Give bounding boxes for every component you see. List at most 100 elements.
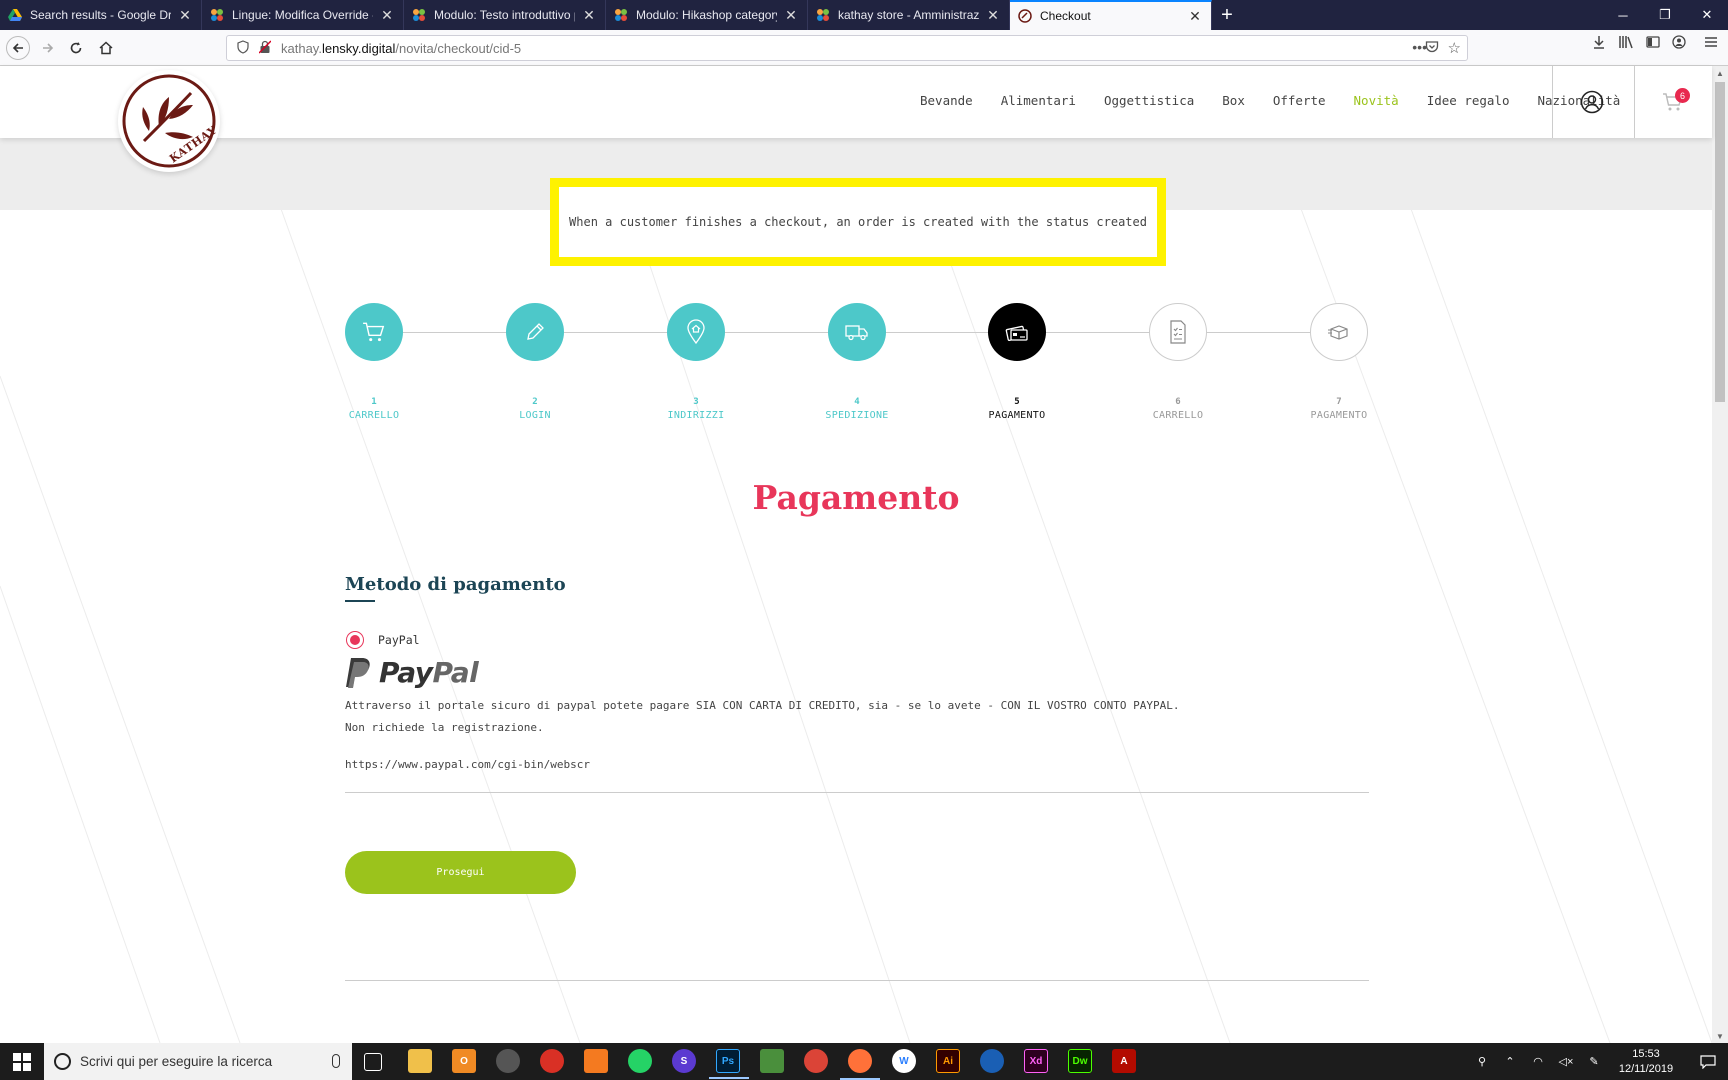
download-icon[interactable]	[1592, 35, 1606, 52]
tab-modulo-testo[interactable]: Modulo: Testo introduttivo per ✕	[404, 0, 606, 30]
pocket-icon[interactable]	[1425, 40, 1439, 57]
checkout-notice: When a customer finishes a checkout, an …	[550, 178, 1166, 266]
close-tab-icon[interactable]: ✕	[177, 7, 193, 24]
home-button[interactable]	[94, 36, 118, 60]
step-label: INDIRIZZI	[667, 410, 725, 421]
search-icon	[54, 1053, 71, 1070]
tab-title: Checkout	[1040, 9, 1091, 23]
main-menu: Bevande Alimentari Oggettistica Box Offe…	[920, 93, 1648, 108]
photoshop-icon[interactable]: Ps	[709, 1049, 749, 1079]
menu-item-nazionalita[interactable]: Nazionalità	[1537, 93, 1620, 108]
people-icon[interactable]: ⚲	[1470, 1055, 1494, 1068]
account-icon[interactable]	[1672, 35, 1686, 52]
menu-item-oggettistica[interactable]: Oggettistica	[1104, 93, 1194, 108]
close-tab-icon[interactable]: ✕	[985, 7, 1001, 24]
network-icon[interactable]: ◠	[1526, 1055, 1550, 1068]
menu-item-novita[interactable]: Novità	[1354, 93, 1399, 108]
google-drive-icon	[8, 8, 22, 22]
close-tab-icon[interactable]: ✕	[783, 7, 799, 24]
acrobat-icon[interactable]: A	[1112, 1049, 1136, 1073]
site-logo[interactable]: KATHAY	[118, 70, 220, 172]
menu-item-box[interactable]: Box	[1222, 93, 1245, 108]
tab-modulo-hikashop[interactable]: Modulo: Hikashop category he ✕	[606, 0, 808, 30]
restore-icon[interactable]: ❐	[1644, 0, 1686, 30]
chevron-up-icon[interactable]: ⌃	[1498, 1055, 1522, 1068]
url-bar[interactable]: kathay.lensky.digital/novita/checkout/ci…	[226, 35, 1468, 61]
windows-logo-icon	[13, 1052, 31, 1071]
bookmark-star-icon[interactable]: ☆	[1448, 39, 1461, 57]
checkout-step-5[interactable]: 5 PAGAMENTO	[957, 303, 1077, 421]
hamburger-menu-icon[interactable]	[1704, 35, 1718, 52]
task-view-icon[interactable]	[364, 1053, 382, 1071]
volume-muted-icon[interactable]: ◁×	[1554, 1055, 1578, 1068]
close-window-icon[interactable]: ✕	[1686, 0, 1728, 30]
back-button[interactable]	[6, 36, 30, 60]
close-tab-icon[interactable]: ✕	[379, 7, 395, 24]
pen-icon[interactable]: ✎	[1582, 1055, 1606, 1068]
menu-item-bevande[interactable]: Bevande	[920, 93, 973, 108]
system-tray: ⚲ ⌃ ◠ ◁× ✎ 15:53 12/11/2019	[1470, 1043, 1728, 1080]
payment-method-label[interactable]: PayPal	[378, 633, 420, 647]
checkout-step-1[interactable]: 1 CARRELLO	[314, 303, 434, 421]
checkout-step-6[interactable]: 6 CARRELLO	[1118, 303, 1238, 421]
tab-lingue[interactable]: Lingue: Modifica Override - kat ✕	[202, 0, 404, 30]
avast-icon[interactable]	[584, 1049, 608, 1073]
forward-button[interactable]	[36, 36, 60, 60]
adobe-xd-icon[interactable]: Xd	[1024, 1049, 1048, 1073]
page-title: Pagamento	[752, 478, 960, 517]
step-label: PAGAMENTO	[988, 410, 1046, 421]
joomla-icon	[412, 8, 426, 22]
page-scrollbar[interactable]: ▲ ▼	[1712, 66, 1728, 1043]
maps-icon[interactable]	[760, 1049, 784, 1073]
reload-icon	[70, 42, 82, 54]
new-tab-button[interactable]: +	[1212, 0, 1242, 30]
library-icon[interactable]	[1618, 35, 1634, 52]
file-explorer-icon[interactable]	[408, 1049, 432, 1073]
continue-button[interactable]: Prosegui	[345, 851, 576, 894]
dreamweaver-icon[interactable]: Dw	[1068, 1049, 1092, 1073]
close-tab-icon[interactable]: ✕	[1187, 8, 1203, 25]
start-button[interactable]	[0, 1043, 44, 1080]
app-w-icon[interactable]: W	[892, 1049, 916, 1073]
checkout-step-7[interactable]: 7 PAGAMENTO	[1279, 303, 1399, 421]
checkout-step-2[interactable]: 2 LOGIN	[475, 303, 595, 421]
taskbar-search[interactable]: Scrivi qui per eseguire la ricerca	[44, 1043, 352, 1080]
home-icon	[99, 41, 113, 55]
system-clock[interactable]: 15:53 12/11/2019	[1610, 1047, 1682, 1077]
firefox-icon[interactable]	[840, 1049, 880, 1080]
kathay-icon	[1018, 9, 1032, 23]
paypal-radio[interactable]	[346, 631, 364, 649]
reload-button[interactable]	[64, 36, 88, 60]
microphone-icon[interactable]	[332, 1054, 340, 1068]
whatsapp-icon[interactable]	[628, 1049, 652, 1073]
payment-method-heading: Metodo di pagamento	[345, 574, 566, 595]
tab-google-drive[interactable]: Search results - Google Drive ✕	[0, 0, 202, 30]
scroll-up-icon[interactable]: ▲	[1712, 66, 1728, 80]
illustrator-icon[interactable]: Ai	[936, 1049, 960, 1073]
scroll-down-icon[interactable]: ▼	[1712, 1029, 1728, 1043]
menu-item-alimentari[interactable]: Alimentari	[1001, 93, 1076, 108]
creative-cloud-icon[interactable]	[540, 1049, 564, 1073]
outlook-icon[interactable]: O	[452, 1049, 476, 1073]
checkout-step-4[interactable]: 4 SPEDIZIONE	[797, 303, 917, 421]
app-icon[interactable]	[496, 1049, 520, 1073]
browser-toolbar: kathay.lensky.digital/novita/checkout/ci…	[0, 30, 1728, 66]
scrollbar-thumb[interactable]	[1715, 82, 1725, 402]
app-1password-icon[interactable]	[980, 1049, 1004, 1073]
step-label: PAGAMENTO	[1310, 410, 1368, 421]
sidebar-icon[interactable]	[1646, 35, 1660, 52]
joomla-icon	[614, 8, 628, 22]
menu-item-offerte[interactable]: Offerte	[1273, 93, 1326, 108]
chrome-icon[interactable]	[804, 1049, 828, 1073]
minimize-icon[interactable]: ─	[1602, 0, 1644, 30]
checkout-step-3[interactable]: 3 INDIRIZZI	[636, 303, 756, 421]
tab-kathay-admin[interactable]: kathay store - Amministrazione ✕	[808, 0, 1010, 30]
menu-item-idee-regalo[interactable]: Idee regalo	[1427, 93, 1510, 108]
close-tab-icon[interactable]: ✕	[581, 7, 597, 24]
tab-checkout[interactable]: Checkout ✕	[1010, 0, 1212, 30]
payment-description-line: Attraverso il portale sicuro di paypal p…	[345, 699, 1180, 712]
user-account-icon[interactable]	[1580, 90, 1604, 114]
insecure-lock-icon	[258, 39, 272, 57]
notifications-icon[interactable]	[1688, 1043, 1728, 1080]
skype-icon[interactable]: S	[672, 1049, 696, 1073]
